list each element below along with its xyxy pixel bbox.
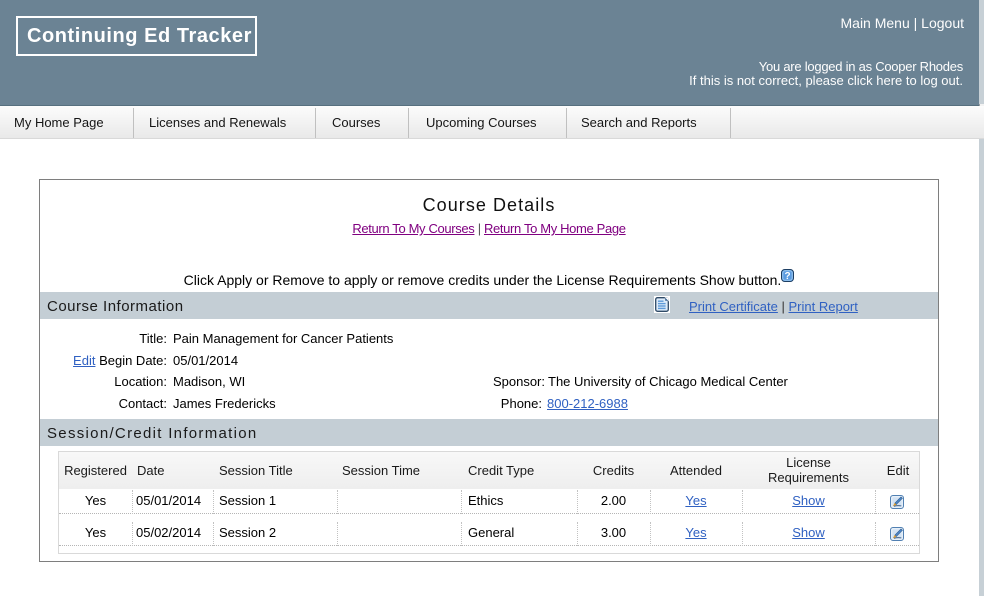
svg-text:?: ? <box>785 271 791 282</box>
